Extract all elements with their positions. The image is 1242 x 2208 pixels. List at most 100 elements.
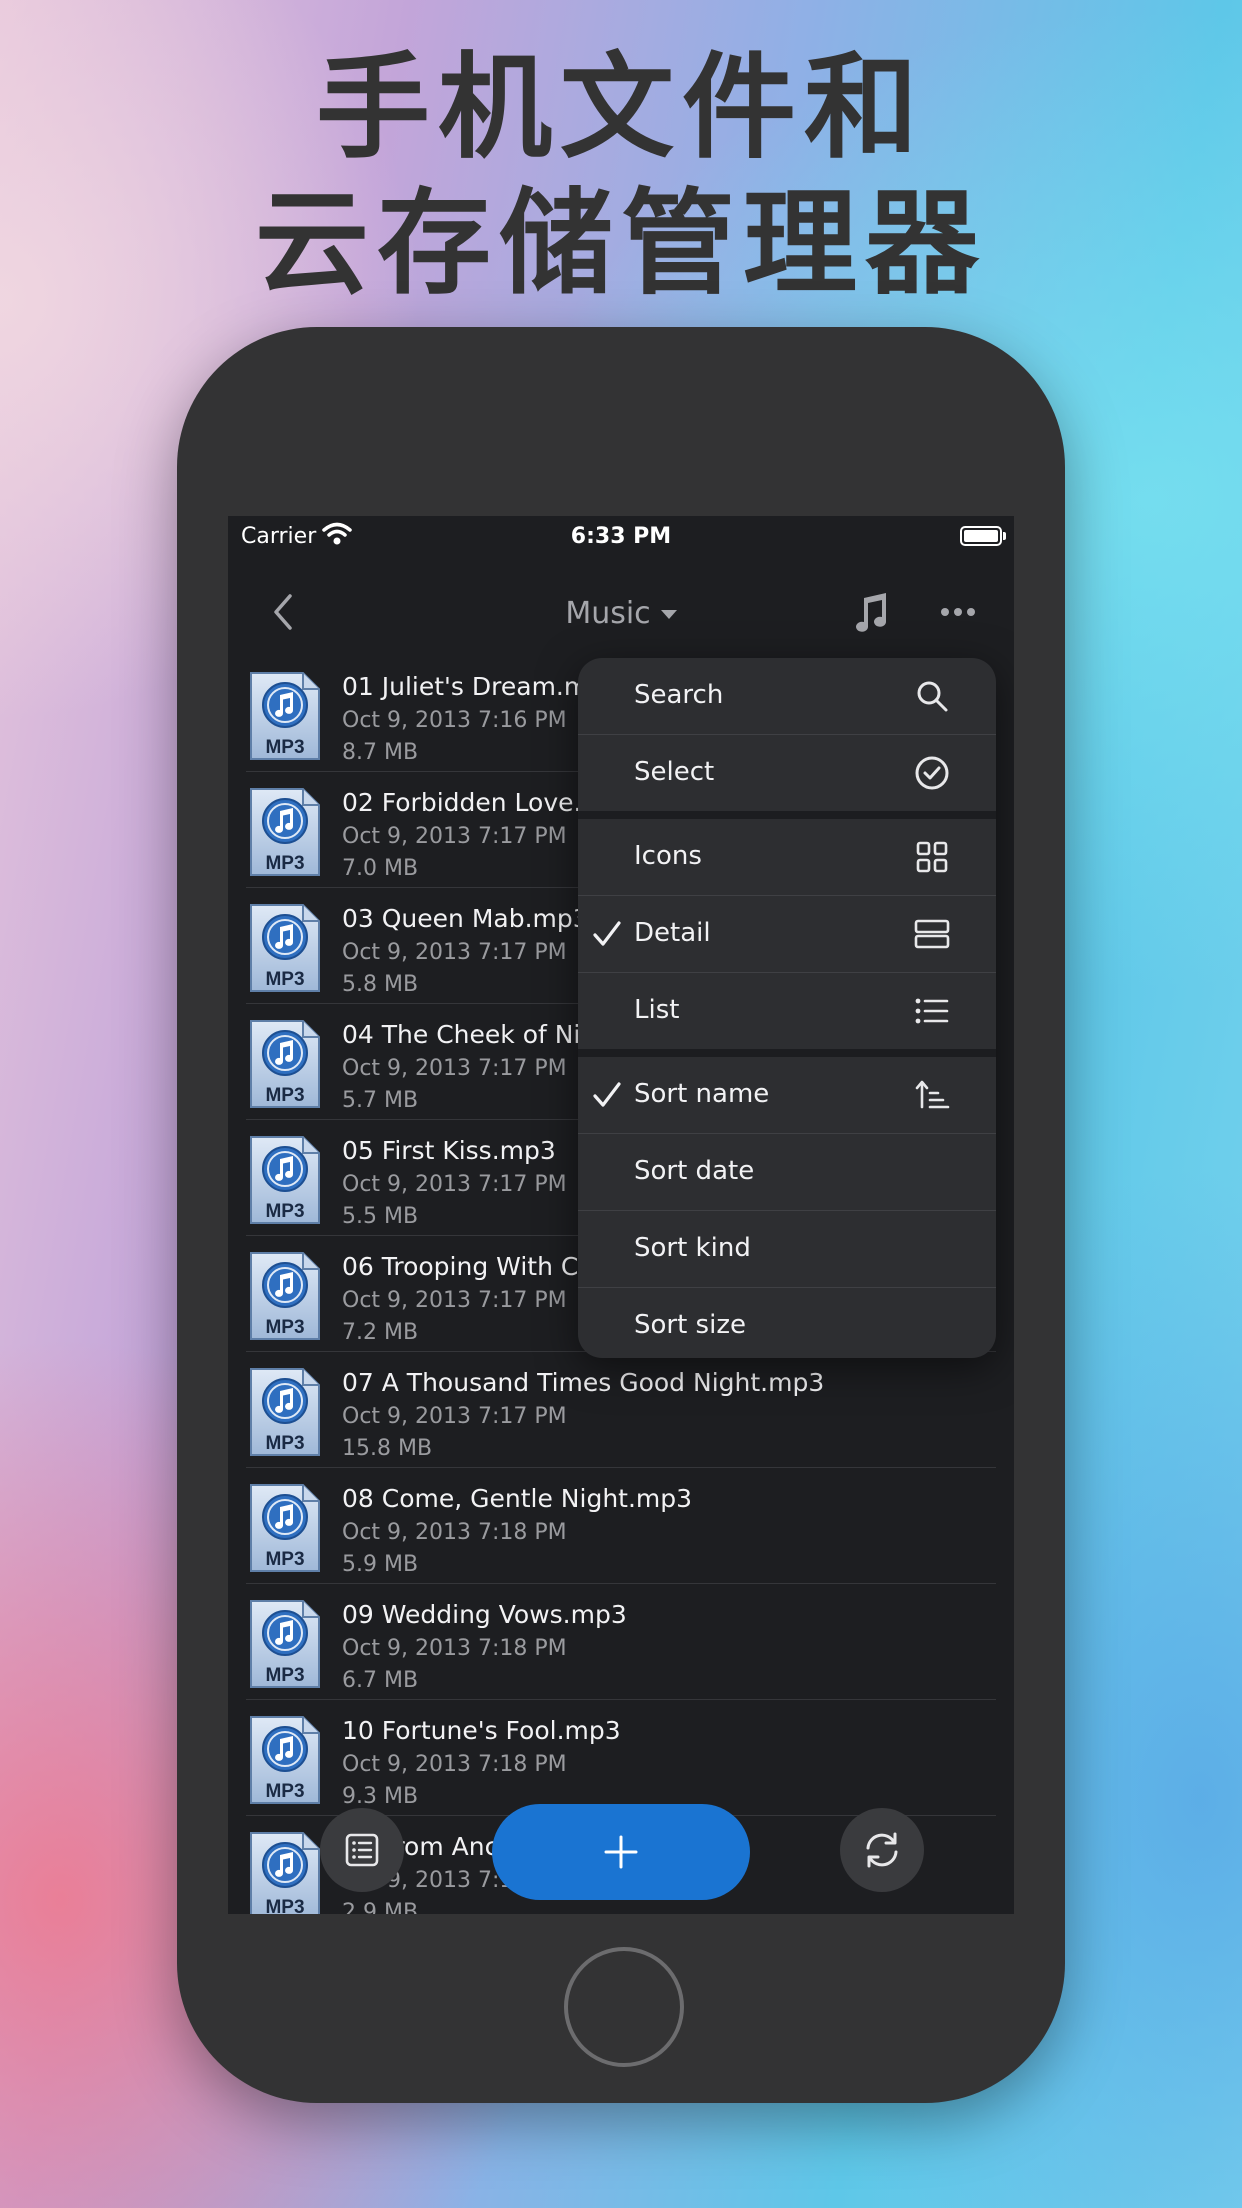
file-date: Oct 9, 2013 7:17 PM: [342, 940, 567, 965]
menu-item-sort-name-label: Sort name: [634, 1079, 770, 1109]
mp3-file-icon: MP3: [250, 1600, 320, 1688]
sort-ascending-icon: [915, 1080, 950, 1109]
menu-item-list-label: List: [634, 995, 680, 1025]
file-name: 07 A Thousand Times Good Night.mp3: [342, 1368, 825, 1397]
app-screen: Carrier 6:33 PM Music MP3 01 Juliet's Dr…: [228, 516, 1014, 1914]
file-size: 8.7 MB: [342, 740, 419, 765]
list-view-icon: [345, 1833, 379, 1867]
file-size: 5.5 MB: [342, 1204, 419, 1229]
menu-item-icons[interactable]: Icons: [578, 819, 996, 895]
promo-title-line-1: 手机文件和: [315, 41, 926, 174]
music-note-icon: [856, 593, 886, 632]
grid-icon: [916, 841, 948, 873]
detail-view-icon: [914, 919, 950, 949]
menu-item-search-label: Search: [634, 680, 724, 710]
sync-icon: [866, 1832, 898, 1868]
file-date: Oct 9, 2013 7:18 PM: [342, 1752, 567, 1777]
menu-item-sort-size-label: Sort size: [634, 1310, 746, 1340]
menu-item-sort-date-label: Sort date: [634, 1156, 755, 1186]
file-name: 03 Queen Mab.mp3: [342, 904, 589, 933]
file-type-label: MP3: [265, 1433, 304, 1454]
list-view-button[interactable]: [320, 1808, 404, 1892]
file-date: Oct 9, 2013 7:17 PM: [342, 1288, 567, 1313]
file-type-label: MP3: [265, 1201, 304, 1222]
file-size: 7.0 MB: [342, 856, 419, 881]
search-icon: [917, 681, 948, 712]
file-date: Oct 9, 2013 7:17 PM: [342, 824, 567, 849]
file-size: 5.7 MB: [342, 1088, 419, 1113]
file-type-label: MP3: [265, 969, 304, 990]
file-size: 2.9 MB: [342, 1900, 419, 1914]
menu-item-select[interactable]: Select: [578, 735, 996, 811]
file-size: 5.8 MB: [342, 972, 419, 997]
more-horizontal-icon: [941, 608, 975, 616]
sync-button[interactable]: [840, 1808, 924, 1892]
file-type-label: MP3: [265, 1897, 304, 1914]
menu-item-sort-kind-label: Sort kind: [634, 1233, 751, 1263]
file-date: Oct 9, 2013 7:17 PM: [342, 1056, 567, 1081]
mp3-file-icon: MP3: [250, 672, 320, 760]
file-type-label: MP3: [265, 1665, 304, 1686]
mp3-file-icon: MP3: [250, 788, 320, 876]
music-button[interactable]: [848, 590, 894, 636]
nav-bar: Music: [228, 556, 1014, 656]
file-size: 5.9 MB: [342, 1552, 419, 1577]
file-size: 7.2 MB: [342, 1320, 419, 1345]
menu-item-search[interactable]: Search: [578, 658, 996, 734]
mp3-file-icon: MP3: [250, 1368, 320, 1456]
mp3-file-icon: MP3: [250, 1252, 320, 1340]
file-row[interactable]: MP3 09 Wedding Vows.mp3 Oct 9, 2013 7:18 P…: [228, 1584, 1014, 1700]
menu-item-sort-name[interactable]: Sort name: [578, 1057, 996, 1133]
menu-item-detail[interactable]: Detail: [578, 896, 996, 972]
menu-item-sort-size[interactable]: Sort size: [578, 1288, 996, 1358]
menu-item-icons-label: Icons: [634, 841, 702, 871]
file-type-label: MP3: [265, 1549, 304, 1570]
mp3-file-icon: MP3: [250, 1484, 320, 1572]
checkmark-icon: [593, 1082, 621, 1107]
file-name: 08 Come, Gentle Night.mp3: [342, 1484, 693, 1513]
plus-icon: [604, 1835, 638, 1869]
menu-item-select-label: Select: [634, 757, 715, 787]
options-menu: Search Select Icons Detail List Sort nam…: [578, 658, 996, 1358]
file-size: 6.7 MB: [342, 1668, 419, 1693]
file-date: Oct 9, 2013 7:18 PM: [342, 1636, 567, 1661]
menu-item-list[interactable]: List: [578, 973, 996, 1049]
file-name: 09 Wedding Vows.mp3: [342, 1600, 627, 1629]
file-type-label: MP3: [265, 853, 304, 874]
file-type-label: MP3: [265, 1085, 304, 1106]
mp3-file-icon: MP3: [250, 904, 320, 992]
battery-icon: [960, 526, 1006, 546]
list-icon: [915, 998, 949, 1024]
file-type-label: MP3: [265, 1781, 304, 1802]
file-date: Oct 9, 2013 7:16 PM: [342, 708, 567, 733]
file-row[interactable]: MP3 07 A Thousand Times Good Night.mp3 Oct…: [228, 1352, 1014, 1468]
file-type-label: MP3: [265, 737, 304, 758]
folder-title: Music: [565, 596, 651, 631]
add-button[interactable]: [492, 1804, 750, 1900]
mp3-file-icon: MP3: [250, 1716, 320, 1804]
file-name: 10 Fortune's Fool.mp3: [342, 1716, 621, 1745]
file-size: 15.8 MB: [342, 1436, 433, 1461]
promo-title-line-2: 云存储管理器: [254, 177, 987, 310]
file-row[interactable]: MP3 10 Fortune's Fool.mp3 Oct 9, 2013 7:18…: [228, 1700, 1014, 1816]
folder-title-dropdown[interactable]: Music: [228, 596, 1014, 631]
file-date: Oct 9, 2013 7:18 PM: [342, 1520, 567, 1545]
checkmark-icon: [593, 921, 621, 946]
more-button[interactable]: [940, 606, 976, 618]
promo-title: 手机文件和 云存储管理器: [0, 40, 1242, 312]
file-row[interactable]: MP3 08 Come, Gentle Night.mp3 Oct 9, 2013 …: [228, 1468, 1014, 1584]
file-size: 9.3 MB: [342, 1784, 419, 1809]
file-date: Oct 9, 2013 7:17 PM: [342, 1172, 567, 1197]
check-circle-icon: [915, 756, 949, 790]
file-type-label: MP3: [265, 1317, 304, 1338]
file-date: Oct 9, 2013 7:17 PM: [342, 1404, 567, 1429]
menu-item-sort-date[interactable]: Sort date: [578, 1134, 996, 1210]
status-time: 6:33 PM: [570, 524, 672, 549]
menu-item-detail-label: Detail: [634, 918, 711, 948]
file-name: 05 First Kiss.mp3: [342, 1136, 556, 1165]
menu-item-sort-kind[interactable]: Sort kind: [578, 1211, 996, 1287]
mp3-file-icon: MP3: [250, 1136, 320, 1224]
mp3-file-icon: MP3: [250, 1832, 320, 1914]
caret-down-icon: [660, 610, 677, 619]
home-button[interactable]: [564, 1947, 684, 2067]
